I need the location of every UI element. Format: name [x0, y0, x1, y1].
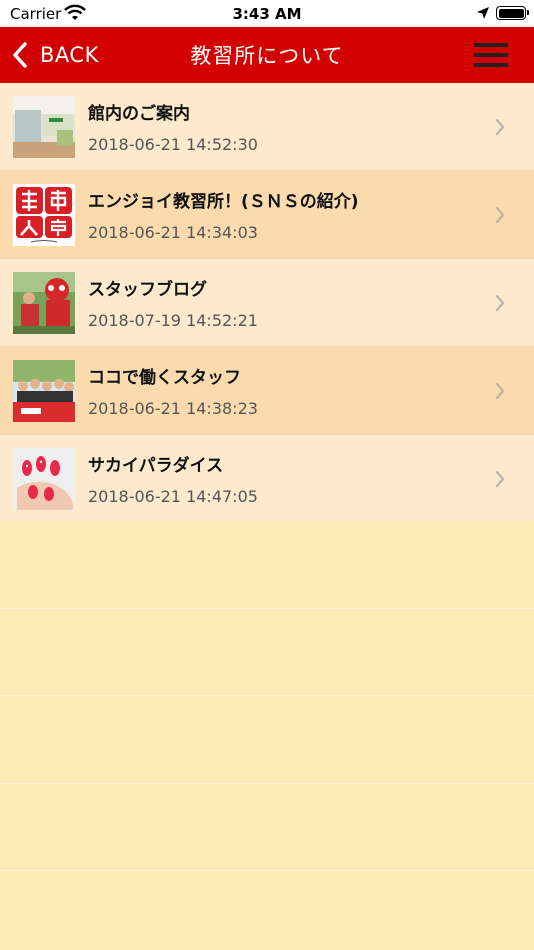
item-title: サカイパラダイス	[88, 456, 224, 476]
empty-row	[0, 783, 534, 871]
staff-group-photo-thumbnail	[13, 360, 75, 422]
item-date: 2018-07-19 14:52:21	[88, 311, 258, 330]
empty-row	[0, 696, 534, 784]
article-list: 館内のご案内 2018-06-21 14:52:30 エンジョイ教習所！(ＳＮＳ…	[0, 83, 534, 523]
sns-logo-thumbnail	[13, 184, 75, 246]
list-item[interactable]: 館内のご案内 2018-06-21 14:52:30	[0, 83, 534, 171]
nails-photo-thumbnail	[13, 448, 75, 510]
chevron-right-icon	[495, 206, 505, 224]
list-item[interactable]: エンジョイ教習所！(ＳＮＳの紹介) 2018-06-21 14:34:03	[0, 171, 534, 259]
empty-row	[0, 608, 534, 696]
empty-row	[0, 521, 534, 609]
item-title: エンジョイ教習所！(ＳＮＳの紹介)	[88, 192, 359, 212]
status-bar: Carrier 3:43 AM	[0, 0, 534, 27]
chevron-right-icon	[495, 470, 505, 488]
mascot-photo-thumbnail	[13, 272, 75, 334]
chevron-right-icon	[495, 294, 505, 312]
back-button[interactable]: BACK	[10, 37, 99, 73]
chevron-right-icon	[495, 118, 505, 136]
menu-bar-icon	[474, 53, 508, 57]
battery-icon	[496, 6, 529, 20]
chevron-right-icon	[495, 382, 505, 400]
item-title: 館内のご案内	[88, 104, 190, 124]
back-label: BACK	[40, 43, 99, 67]
item-title: スタッフブログ	[88, 280, 207, 300]
menu-bar-icon	[474, 63, 508, 67]
list-item[interactable]: サカイパラダイス 2018-06-21 14:47:05	[0, 435, 534, 523]
chevron-left-icon	[13, 42, 27, 68]
clock: 3:43 AM	[232, 5, 302, 23]
navigation-bar: BACK 教習所について	[0, 27, 534, 83]
item-date: 2018-06-21 14:38:23	[88, 399, 258, 418]
lobby-photo-thumbnail	[13, 96, 75, 158]
item-title: ココで働くスタッフ	[88, 368, 241, 388]
empty-row	[0, 871, 534, 950]
list-item[interactable]: ココで働くスタッフ 2018-06-21 14:38:23	[0, 347, 534, 435]
location-arrow-icon	[477, 7, 489, 19]
menu-bar-icon	[474, 43, 508, 47]
empty-list-area	[0, 521, 534, 950]
item-date: 2018-06-21 14:34:03	[88, 223, 258, 242]
hamburger-menu-button[interactable]	[472, 41, 510, 69]
list-item[interactable]: スタッフブログ 2018-07-19 14:52:21	[0, 259, 534, 347]
item-date: 2018-06-21 14:52:30	[88, 135, 258, 154]
item-date: 2018-06-21 14:47:05	[88, 487, 258, 506]
